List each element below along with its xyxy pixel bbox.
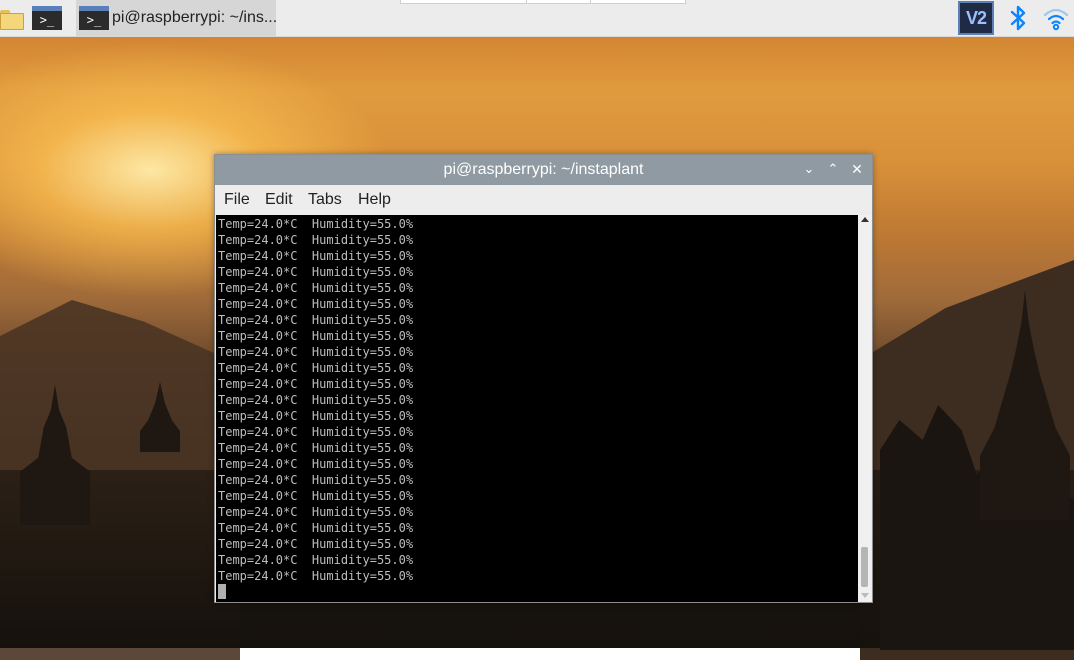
terminal-line: Temp=24.0*C Humidity=55.0% [218,457,414,471]
menu-tabs[interactable]: Tabs [308,185,342,215]
taskbar: >_ >_ pi@raspberrypi: ~/ins... V2 [0,0,1074,37]
terminal-line: Temp=24.0*C Humidity=55.0% [218,441,414,455]
terminal-line: Temp=24.0*C Humidity=55.0% [218,521,414,535]
terminal-line: Temp=24.0*C Humidity=55.0% [218,313,414,327]
terminal-window: pi@raspberrypi: ~/instaplant ⌄ ⌃ ✕ File … [214,154,873,603]
terminal-output[interactable]: Temp=24.0*C Humidity=55.0% Temp=24.0*C Hu… [216,215,858,602]
scrollbar-thumb[interactable] [861,547,868,587]
scroll-up-arrow-icon[interactable] [861,217,869,222]
terminal-line: Temp=24.0*C Humidity=55.0% [218,345,414,359]
folder-icon[interactable] [0,4,26,32]
terminal-line: Temp=24.0*C Humidity=55.0% [218,329,414,343]
terminal-line: Temp=24.0*C Humidity=55.0% [218,249,414,263]
terminal-line: Temp=24.0*C Humidity=55.0% [218,297,414,311]
minimize-button[interactable]: ⌄ [800,161,818,179]
maximize-button[interactable]: ⌃ [824,161,842,179]
terminal-scrollbar[interactable] [858,215,871,602]
menu-help[interactable]: Help [358,185,391,215]
terminal-line: Temp=24.0*C Humidity=55.0% [218,409,414,423]
terminal-line: Temp=24.0*C Humidity=55.0% [218,233,414,247]
taskbar-task-title: pi@raspberrypi: ~/ins... [112,9,278,26]
terminal-line: Temp=24.0*C Humidity=55.0% [218,537,414,551]
window-titlebar[interactable]: pi@raspberrypi: ~/instaplant ⌄ ⌃ ✕ [215,155,872,185]
terminal-line: Temp=24.0*C Humidity=55.0% [218,425,414,439]
vnc-icon[interactable]: V2 [958,1,994,35]
terminal-line: Temp=24.0*C Humidity=55.0% [218,473,414,487]
terminal-line: Temp=24.0*C Humidity=55.0% [218,553,414,567]
menu-file[interactable]: File [224,185,250,215]
taskbar-task-terminal[interactable]: >_ pi@raspberrypi: ~/ins... [76,0,278,36]
close-button[interactable]: ✕ [848,161,866,179]
scroll-down-arrow-icon[interactable] [861,593,869,598]
terminal-line: Temp=24.0*C Humidity=55.0% [218,281,414,295]
terminal-icon: >_ [79,6,109,30]
terminal-line: Temp=24.0*C Humidity=55.0% [218,489,414,503]
menu-bar: File Edit Tabs Help [215,185,872,215]
panel-popup-edge [400,0,686,4]
bluetooth-icon[interactable] [1006,4,1030,32]
terminal-launcher-button[interactable]: >_ [32,4,64,32]
terminal-line: Temp=24.0*C Humidity=55.0% [218,217,414,231]
terminal-cursor [218,584,226,599]
terminal-line: Temp=24.0*C Humidity=55.0% [218,569,414,583]
terminal-line: Temp=24.0*C Humidity=55.0% [218,361,414,375]
menu-edit[interactable]: Edit [265,185,293,215]
wifi-icon[interactable] [1042,4,1070,32]
terminal-line: Temp=24.0*C Humidity=55.0% [218,393,414,407]
terminal-icon: >_ [32,6,62,30]
terminal-line: Temp=24.0*C Humidity=55.0% [218,505,414,519]
window-title: pi@raspberrypi: ~/instaplant [443,161,644,178]
terminal-line: Temp=24.0*C Humidity=55.0% [218,265,414,279]
terminal-line: Temp=24.0*C Humidity=55.0% [218,377,414,391]
terminal-lines: Temp=24.0*C Humidity=55.0% Temp=24.0*C Hu… [218,216,413,584]
